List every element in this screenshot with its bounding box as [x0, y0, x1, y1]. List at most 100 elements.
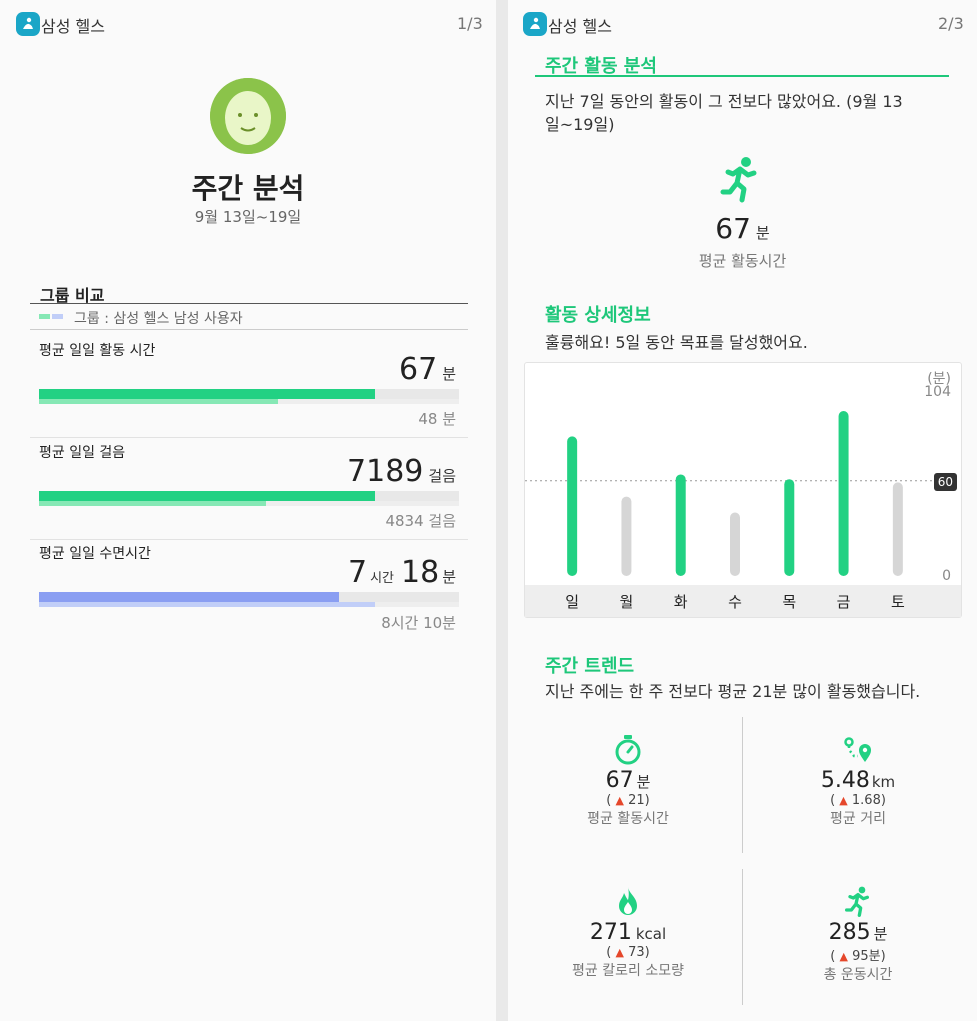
app-name: 삼성 헬스 [548, 17, 612, 36]
increase-arrow-icon: ▲ [839, 794, 848, 807]
avg-activity-number: 67 [715, 212, 751, 245]
trend-calories-value: 271 [589, 920, 632, 945]
trend-distance-unit: km [871, 773, 896, 791]
trend-exercise-unit: 분 [873, 925, 888, 943]
legend-divider [30, 329, 468, 330]
trend-exercise-delta: ( ▲ 95분) [830, 949, 886, 964]
section-divider [30, 303, 468, 304]
stopwatch-icon [528, 734, 728, 768]
trend-value-row: 271 kcal [528, 920, 728, 945]
avg-activity-unit: 분 [755, 224, 770, 242]
steps-track [39, 491, 459, 501]
trend-distance-label: 평균 거리 [830, 811, 886, 827]
active-time-group-bar [39, 399, 279, 404]
sleep-group-track [39, 602, 459, 607]
sleep-group-value: 8시간 10분 [381, 614, 456, 632]
chart-bar[interactable] [567, 436, 578, 576]
chart-bar[interactable] [784, 479, 795, 576]
sleep-user-bar [39, 592, 340, 602]
chart-day-label: 일 [565, 593, 579, 611]
trend-description: 지난 주에는 한 주 전보다 평균 21분 많이 활동했습니다. [545, 682, 921, 701]
chart-bar[interactable] [675, 474, 686, 576]
sleep-track [39, 592, 459, 602]
weekly-analysis-page-2: 삼성 헬스 2/3 주간 활동 분석 지난 7일 동안의 활동이 그 전보다 많… [508, 0, 977, 1021]
app-name: 삼성 헬스 [41, 17, 105, 36]
trend-exercise-value: 285 [828, 920, 871, 945]
daily-activity-chart: 일월화수목금토 (분) 104 0 60 [524, 362, 962, 618]
delta-value: 95분 [852, 949, 881, 964]
chart-day-label: 수 [728, 593, 742, 611]
route-icon [758, 734, 958, 768]
weekly-activity-description: 지난 7일 동안의 활동이 그 전보다 많았어요. (9월 13일~19일) [545, 92, 903, 134]
avatar[interactable] [210, 78, 286, 154]
details-description: 훌륭해요! 5일 동안 목표를 달성했어요. [545, 333, 808, 352]
trend-calories-unit: kcal [635, 925, 667, 943]
runner-icon [758, 886, 958, 920]
metric-label-sleep: 평균 일일 수면시간 [39, 546, 151, 562]
trend-activity-value: 67 [605, 768, 634, 793]
chart-ymax-label: 104 [924, 384, 951, 400]
trend-activity-label: 평균 활동시간 [587, 811, 669, 827]
sleep-hours-value: 7 [347, 555, 368, 590]
trend-value-row: 5.48 km [758, 768, 958, 793]
group-legend: 그룹 : 삼성 헬스 남성 사용자 [74, 311, 243, 327]
chart-bar[interactable] [621, 496, 632, 576]
delta-value: 73 [628, 945, 645, 960]
samsung-health-logo-icon [16, 12, 40, 36]
chart-bar[interactable] [892, 482, 903, 576]
page-indicator: 1/3 [457, 14, 483, 33]
metric-value-active-time: 67 분 [399, 352, 456, 387]
trend-calories-label: 평균 칼로리 소모량 [572, 963, 684, 979]
chart-day-label: 토 [891, 593, 905, 611]
chart-day-label: 월 [620, 593, 634, 611]
trend-divider [742, 717, 743, 853]
steps-value: 7189 [347, 454, 424, 489]
trend-calories-delta: ( ▲ 73) [606, 945, 650, 960]
active-time-user-bar [39, 389, 375, 399]
avg-activity-label: 평균 활동시간 [698, 252, 787, 270]
increase-arrow-icon: ▲ [839, 950, 848, 963]
sleep-minutes-value: 18 [401, 555, 440, 590]
sleep-hours-unit: 시간 [370, 571, 394, 586]
active-time-group-track [39, 399, 459, 404]
chart-ymin-label: 0 [942, 568, 951, 584]
trend-item-calories: 271 kcal ( ▲ 73) 평균 칼로리 소모량 [528, 886, 728, 980]
trend-distance-value: 5.48 [820, 768, 870, 793]
delta-value: 21 [628, 793, 645, 808]
active-time-value: 67 [399, 352, 438, 387]
metric-divider [30, 437, 468, 438]
sleep-minutes-unit: 분 [442, 568, 456, 586]
trend-exercise-label: 총 운동시간 [823, 967, 893, 983]
delta-value: 1.68 [851, 793, 881, 808]
active-time-group-value: 48 분 [418, 410, 456, 428]
page-title: 주간 분석 [191, 172, 305, 205]
flame-icon [528, 886, 728, 920]
steps-group-track [39, 501, 459, 506]
steps-user-bar [39, 491, 375, 501]
chart-bar[interactable] [838, 411, 849, 576]
metric-label-steps: 평균 일일 걸음 [39, 445, 126, 461]
goal-marker: 60 [933, 473, 957, 491]
active-time-track [39, 389, 459, 399]
metric-value-steps: 7189 걸음 [347, 454, 456, 489]
trend-item-distance: 5.48 km ( ▲ 1.68) 평균 거리 [758, 734, 958, 828]
trend-item-exercise-time: 285 분 ( ▲ 95분) 총 운동시간 [758, 886, 958, 984]
trend-title: 주간 트렌드 [545, 656, 635, 677]
chart-day-label: 목 [782, 593, 796, 611]
user-face-icon [210, 78, 286, 154]
page-indicator: 2/3 [938, 14, 964, 33]
date-range: 9월 13일~19일 [194, 208, 302, 226]
increase-arrow-icon: ▲ [615, 946, 624, 959]
chart-bar[interactable] [730, 512, 740, 576]
legend-group-swatch [52, 314, 63, 319]
avg-activity-value: 67 분 [508, 212, 977, 245]
samsung-health-logo-icon [523, 12, 547, 36]
trend-distance-delta: ( ▲ 1.68) [830, 793, 886, 808]
active-time-unit: 분 [442, 365, 456, 383]
trend-value-row: 285 분 [758, 920, 958, 945]
chart-canvas: 일월화수목금토 [525, 411, 961, 617]
weekly-analysis-page-1: 삼성 헬스 1/3 주간 분석 9월 13일~19일 그룹 비교 그룹 : 삼성… [0, 0, 496, 1021]
weekly-activity-underline [535, 75, 949, 77]
metric-label-active-time: 평균 일일 활동 시간 [39, 343, 156, 359]
chart-day-label: 금 [837, 593, 851, 611]
